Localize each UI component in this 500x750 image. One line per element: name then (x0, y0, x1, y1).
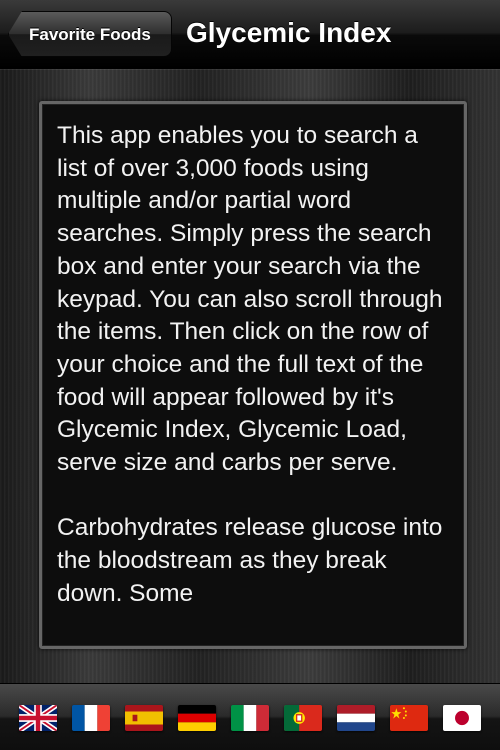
language-toolbar (0, 683, 500, 750)
navigation-bar: Favorite Foods Glycemic Index (0, 0, 500, 69)
germany-flag-icon[interactable] (178, 705, 216, 731)
info-paragraph-2: Carbohydrates release glucose into the b… (57, 514, 443, 607)
netherlands-flag-icon[interactable] (337, 705, 375, 731)
china-flag-icon[interactable] (390, 705, 428, 731)
japan-flag-icon[interactable] (443, 705, 481, 731)
back-button-favorite-foods[interactable]: Favorite Foods (8, 11, 172, 57)
info-paragraph-1: This app enables you to search a list of… (57, 122, 443, 477)
portugal-flag-icon[interactable] (284, 705, 322, 731)
france-flag-icon[interactable] (72, 705, 110, 731)
info-text-panel[interactable]: This app enables you to search a list of… (39, 101, 467, 649)
italy-flag-icon[interactable] (231, 705, 269, 731)
info-text: This app enables you to search a list of… (57, 120, 451, 643)
spain-flag-icon[interactable] (125, 705, 163, 731)
page-title: Glycemic Index (186, 17, 392, 48)
app-screen: Favorite Foods Glycemic Index This app e… (0, 0, 500, 750)
uk-flag-icon[interactable] (19, 705, 57, 731)
